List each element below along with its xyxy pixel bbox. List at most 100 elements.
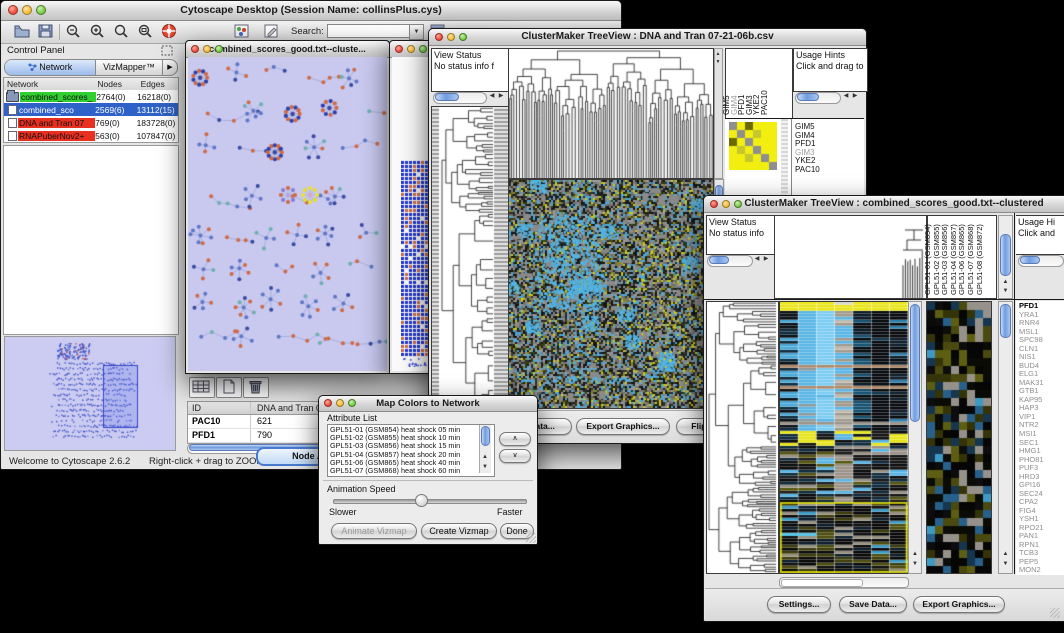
close-button[interactable] [324, 399, 332, 407]
network-list-row[interactable]: combined_scores_2764(0)16218(0) [4, 90, 178, 103]
dna-zoom-heatmap[interactable] [729, 122, 777, 170]
close-button[interactable] [435, 33, 443, 41]
network-graph-canvas[interactable] [188, 57, 387, 371]
scroll-up-icon[interactable]: ▲ [1000, 550, 1011, 559]
cmb-heatmap-scroll-thumb[interactable] [910, 304, 920, 422]
cmb-heatmap-hscrollbar[interactable] [779, 577, 909, 588]
attribute-list-scrollbar[interactable]: ▲ ▼ [479, 425, 491, 473]
main-title-bar[interactable]: Cytoscape Desktop (Session Name: collins… [1, 1, 621, 21]
attribute-list-item[interactable]: GPL51-07 (GSM868) heat shock 60 min [330, 467, 494, 475]
attribute-move-up-button[interactable]: ∧ [499, 432, 531, 446]
attribute-list-scroll-thumb[interactable] [481, 426, 490, 446]
dna-column-dendrogram[interactable] [508, 48, 714, 179]
zoom-fit-icon[interactable] [137, 23, 155, 44]
minimize-button[interactable] [336, 399, 344, 407]
column-label[interactable]: PAC10 [761, 90, 769, 115]
column-label[interactable]: GPL51-01 (GSM854) [924, 224, 932, 295]
dna-usage-scroll-thumb[interactable] [797, 93, 819, 101]
dna-heatmap[interactable] [508, 179, 714, 409]
cmb-zoom-heatmap[interactable] [926, 301, 992, 574]
save-icon[interactable] [37, 23, 55, 44]
resize-grip[interactable] [1050, 608, 1060, 618]
zoom-button[interactable] [459, 33, 467, 41]
col-edges[interactable]: Edges [141, 78, 178, 90]
network-list-row[interactable]: RNAPuberNov2+563(0)107847(0) [4, 129, 178, 142]
tab-overflow-button[interactable]: ▶ [162, 60, 177, 75]
scroll-down-icon[interactable]: ▼ [714, 58, 722, 67]
zoom-out-icon[interactable] [65, 23, 83, 44]
minimize-button[interactable] [447, 33, 455, 41]
dialog-title-bar[interactable]: Map Colors to Network [319, 396, 537, 412]
close-button[interactable] [8, 5, 18, 15]
search-dropdown-arrow-icon[interactable]: ▼ [409, 24, 424, 40]
cmb-genelist-scroll-thumb[interactable] [1000, 304, 1011, 338]
attribute-move-down-button[interactable]: ∨ [499, 449, 531, 463]
cmb-heatmap[interactable] [779, 301, 909, 574]
export-graphics-button[interactable]: Export Graphics... [576, 418, 670, 435]
scroll-up-icon[interactable]: ▲ [910, 550, 920, 559]
minimize-button[interactable] [203, 45, 211, 53]
search-input[interactable] [327, 24, 411, 38]
export-graphics-button[interactable]: Export Graphics... [913, 596, 1005, 613]
zoom-button[interactable] [36, 5, 46, 15]
zoom-button[interactable] [348, 399, 356, 407]
data-col-id[interactable]: ID [188, 402, 251, 414]
scroll-down-icon[interactable]: ▼ [1000, 287, 1011, 296]
dna-usage-scrollbar[interactable] [795, 92, 841, 104]
network-list-row[interactable]: combined_sco2569(6)13112(15) [4, 103, 178, 116]
settings-button[interactable]: Settings... [767, 596, 831, 613]
cmb-heatmap-vscrollbar[interactable]: ▲ ▼ [908, 301, 922, 574]
col-nodes[interactable]: Nodes [97, 78, 140, 90]
scroll-up-icon[interactable]: ▲ [480, 453, 490, 462]
scroll-down-icon[interactable]: ▼ [1000, 560, 1011, 569]
close-button[interactable] [191, 45, 199, 53]
row-label[interactable]: PAC10 [795, 165, 820, 174]
save-data-button[interactable]: Save Data... [839, 596, 907, 613]
zoom-button[interactable] [734, 200, 742, 208]
scroll-right-icon[interactable]: ▶ [761, 255, 771, 264]
cmb-status-scrollbar[interactable] [707, 255, 753, 267]
scroll-up-icon[interactable]: ▲ [1000, 278, 1011, 287]
close-button[interactable] [395, 45, 403, 53]
animation-speed-slider-thumb[interactable] [415, 494, 428, 507]
help-lifering-icon[interactable] [161, 23, 179, 44]
treeview-combined-title-bar[interactable]: ClusterMaker TreeView : combined_scores_… [704, 196, 1064, 213]
cmb-status-scroll-thumb[interactable] [709, 256, 729, 264]
scroll-right-icon[interactable]: ▶ [496, 92, 506, 101]
zoom-in-icon[interactable] [89, 23, 107, 44]
cmb-genelist-scrollbar[interactable]: ▲ ▼ [998, 301, 1013, 574]
attribute-select-icon[interactable] [189, 377, 215, 398]
cmb-collabel-scroll-thumb[interactable] [1000, 234, 1011, 276]
network-list-row[interactable]: DNA and Tran 07769(0)183728(0) [4, 116, 178, 129]
treeview-dna-title-bar[interactable]: ClusterMaker TreeView : DNA and Tran 07-… [429, 29, 866, 46]
scroll-down-icon[interactable]: ▼ [910, 560, 920, 569]
dna-row-dendrogram[interactable] [431, 106, 509, 409]
network-view-title-bar[interactable]: combined_scores_good.txt--cluste... [186, 41, 389, 58]
animation-speed-slider-track[interactable] [333, 499, 527, 504]
column-label[interactable]: GPL51-08 (GSM872) [976, 224, 984, 295]
network-overview-panel[interactable] [4, 336, 176, 451]
zoom-button[interactable] [419, 45, 427, 53]
tab-network[interactable]: Network [5, 60, 96, 75]
cmb-heatmap-hscroll-thumb[interactable] [781, 579, 863, 587]
zoom-selected-icon[interactable] [113, 23, 131, 44]
minimize-button[interactable] [22, 5, 32, 15]
dna-status-scrollbar[interactable] [433, 92, 487, 104]
gene-label[interactable]: MON2 [1019, 566, 1064, 575]
new-attribute-icon[interactable] [216, 377, 242, 398]
cmb-usage-scroll-thumb[interactable] [1020, 256, 1040, 264]
scroll-down-icon[interactable]: ▼ [480, 463, 490, 472]
create-vizmap-button[interactable]: Create Vizmap [421, 523, 497, 539]
resize-grip[interactable] [526, 533, 536, 543]
minimize-button[interactable] [407, 45, 415, 53]
tab-vizmapper[interactable]: VizMapper™ [96, 60, 162, 75]
open-file-icon[interactable] [13, 23, 31, 44]
cmb-column-dendrogram[interactable] [774, 215, 927, 299]
delete-attribute-trash-icon[interactable] [243, 377, 269, 398]
attribute-listbox[interactable]: GPL51-01 (GSM854) heat shock 05 minGPL51… [327, 424, 495, 477]
minimize-button[interactable] [722, 200, 730, 208]
column-label[interactable]: GPL51-03 (GSM856) [941, 224, 949, 295]
cmb-collabel-scrollbar[interactable]: ▲ ▼ [998, 215, 1013, 299]
zoom-button[interactable] [215, 45, 223, 53]
cmb-usage-scrollbar[interactable] [1018, 255, 1064, 267]
